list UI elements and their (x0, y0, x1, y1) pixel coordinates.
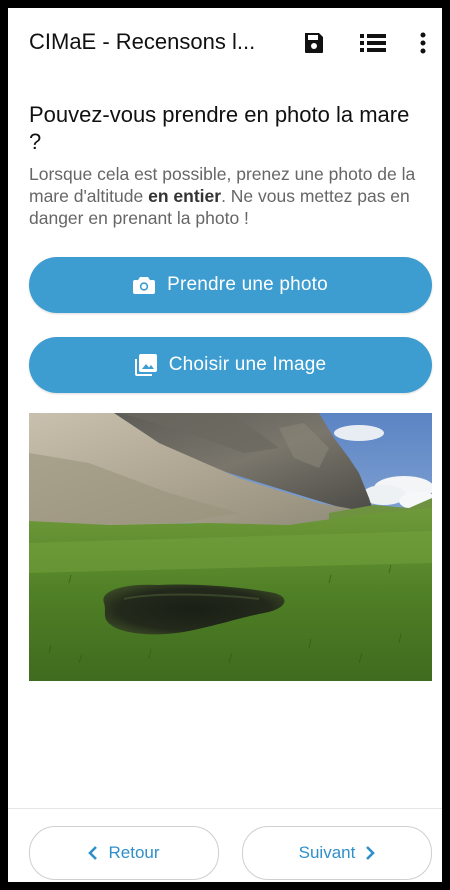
next-button[interactable]: Suivant (242, 826, 432, 880)
photo-library-icon (134, 354, 157, 376)
chevron-left-icon (88, 846, 98, 860)
take-photo-label: Prendre une photo (167, 274, 328, 295)
bottom-divider (8, 808, 442, 809)
back-button[interactable]: Retour (29, 826, 219, 880)
more-vert-icon[interactable] (413, 30, 433, 56)
save-icon[interactable] (301, 30, 327, 56)
choose-image-button[interactable]: Choisir une Image (29, 337, 432, 393)
choose-image-label: Choisir une Image (168, 354, 327, 375)
back-label: Retour (108, 843, 160, 862)
list-icon[interactable] (360, 30, 386, 56)
take-photo-button[interactable]: Prendre une photo (29, 257, 432, 313)
app-screen: CIMaE - Recensons l... Pouvez-vous prend… (8, 8, 442, 882)
question-title: Pouvez-vous prendre en photo la mare ? (29, 102, 410, 154)
hint-bold-text: en entier (148, 186, 222, 206)
chevron-right-icon (365, 846, 376, 860)
question-hint: Lorsque cela est possible, prenez une ph… (29, 163, 429, 229)
mountain-pond-photo (29, 413, 432, 681)
camera-icon (133, 274, 156, 296)
app-bar: CIMaE - Recensons l... (8, 8, 442, 78)
next-label: Suivant (298, 843, 356, 862)
app-title: CIMaE - Recensons l... (29, 29, 256, 54)
